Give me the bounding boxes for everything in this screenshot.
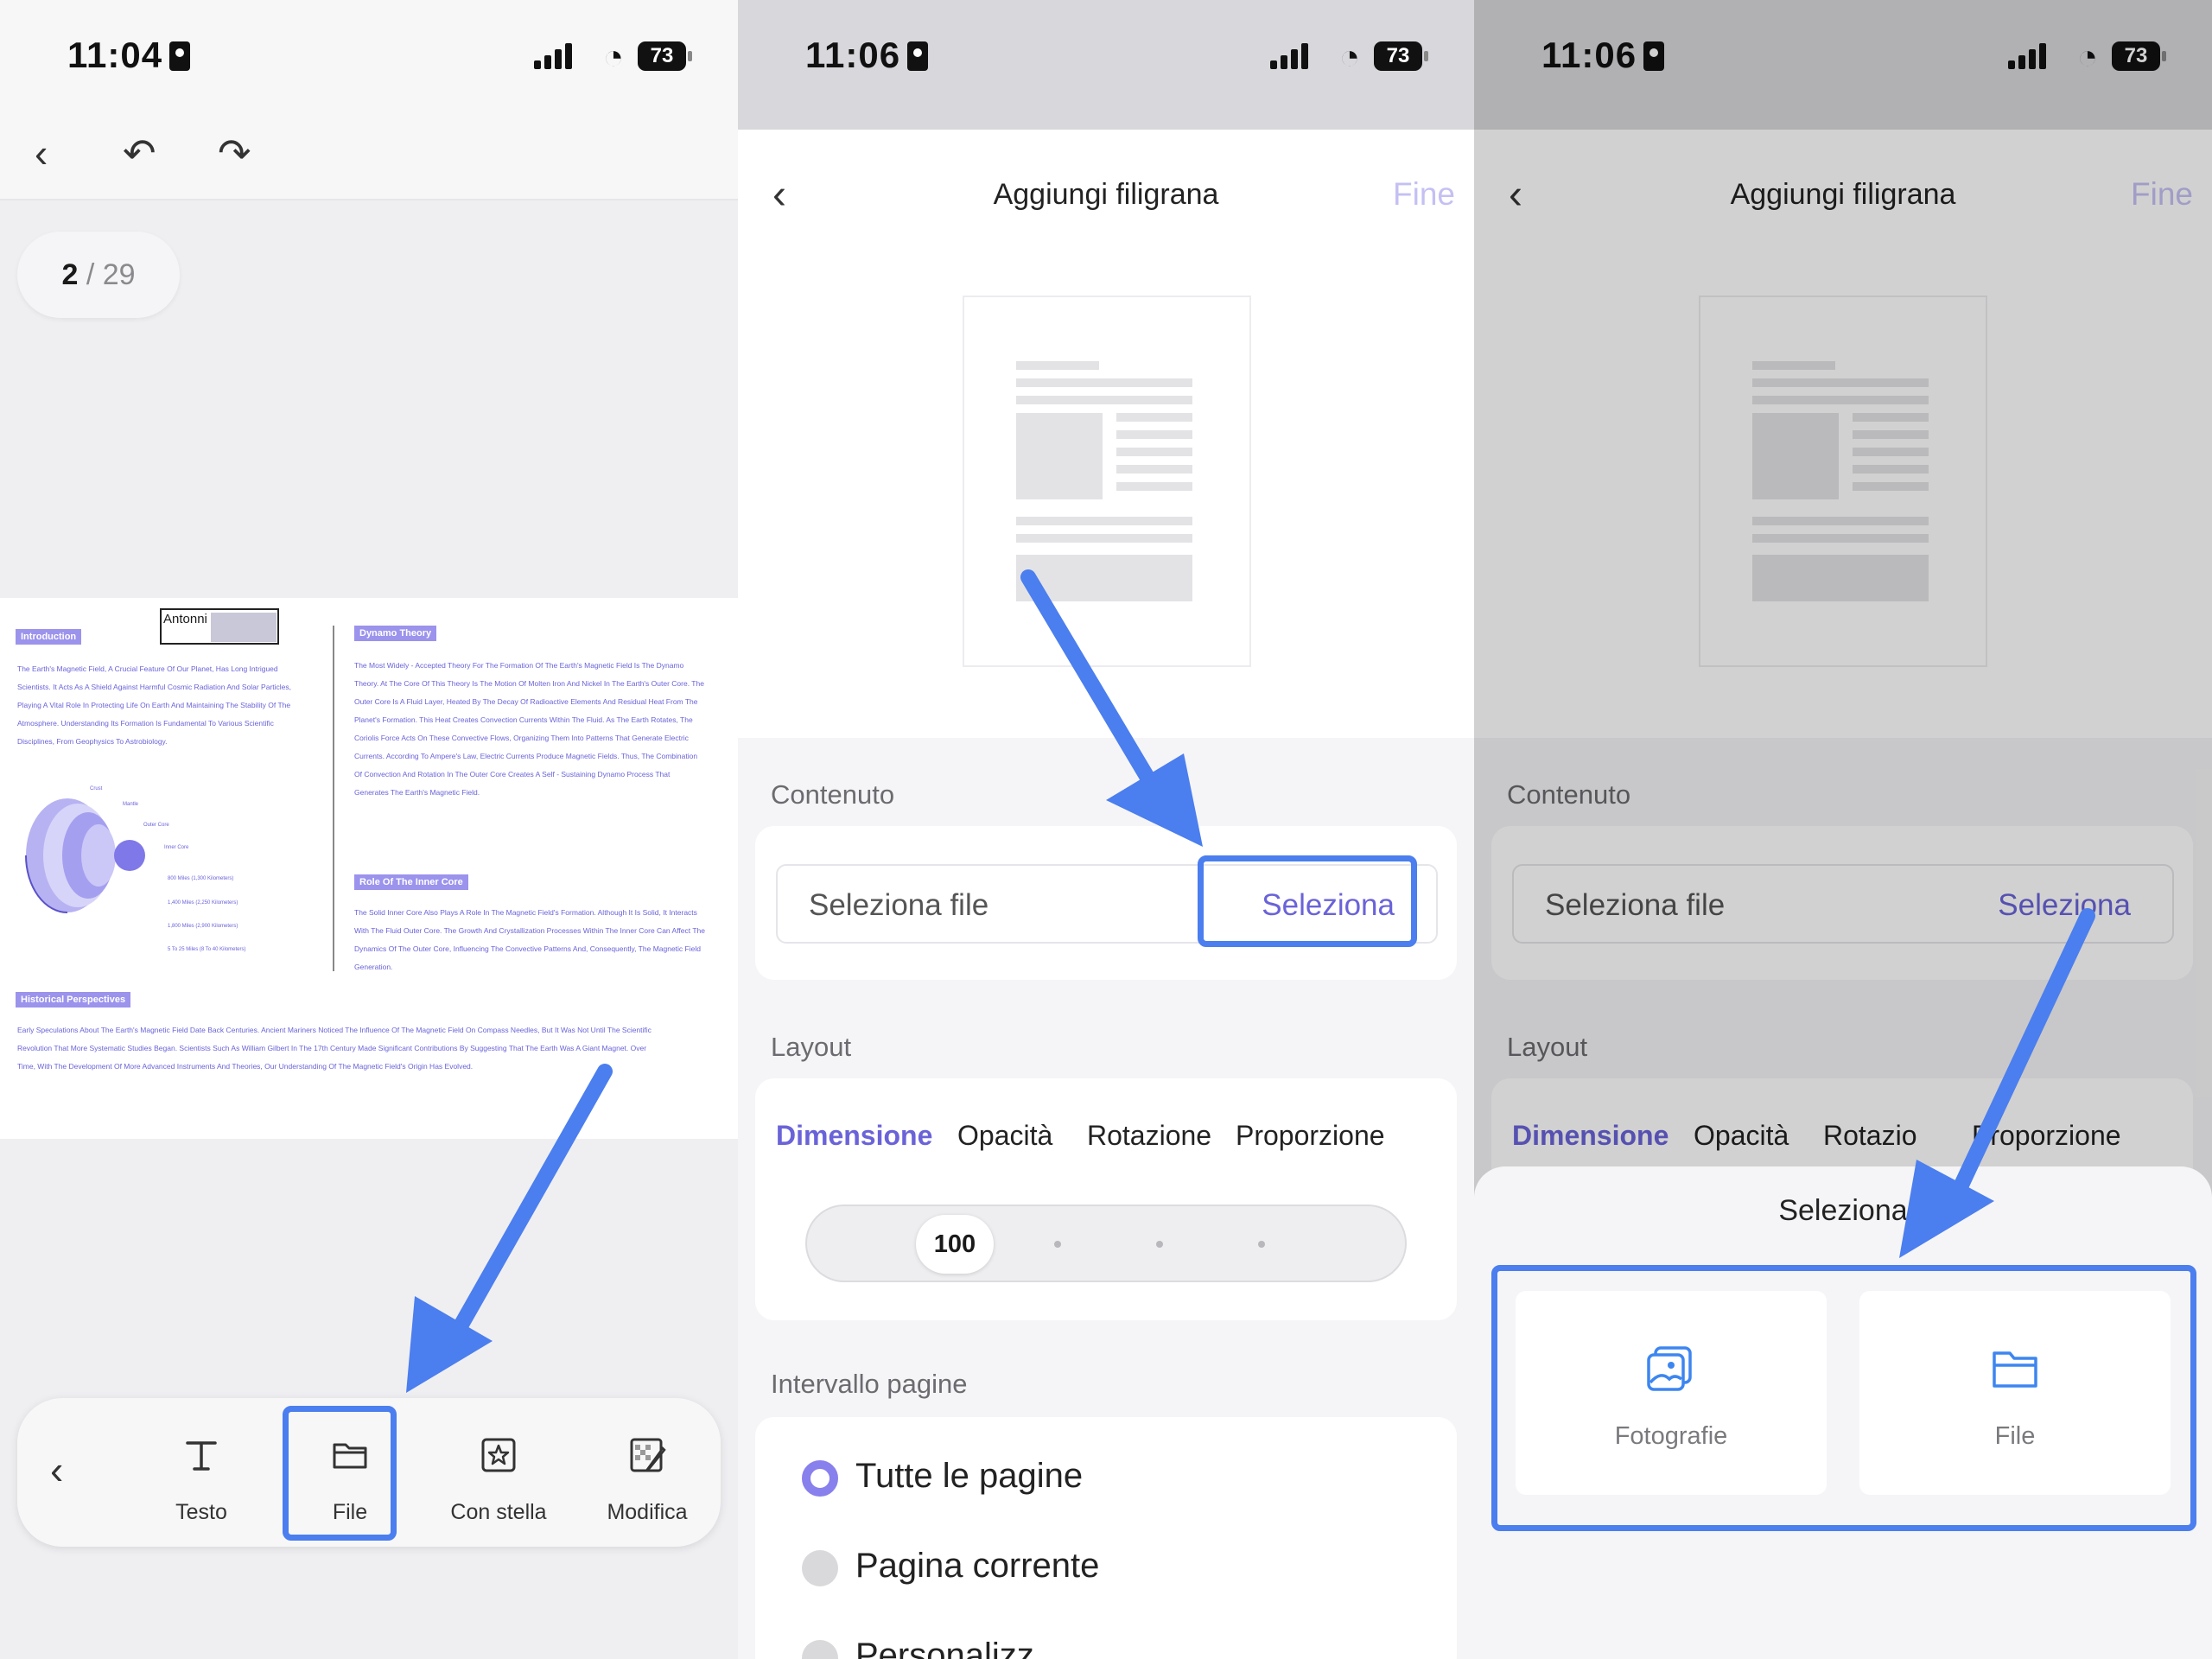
preview-area (738, 264, 1474, 738)
preview-line (1116, 448, 1192, 456)
label-inner-core: Inner Core (164, 845, 189, 850)
label-distance-1: 800 Miles (1,300 Kilometers) (168, 876, 234, 881)
column-divider (333, 626, 334, 971)
text-icon (186, 1441, 217, 1471)
tab-opacita[interactable]: Opacità (957, 1120, 1052, 1152)
battery-indicator: 73 (638, 41, 692, 71)
signature-text: Antonni o (163, 612, 219, 626)
tab-rotazione[interactable]: Rotazione (1087, 1120, 1211, 1152)
document-page[interactable]: Introduction Antonni o The Earth's Magne… (0, 598, 738, 1139)
preview-line (1116, 482, 1192, 491)
wifi-icon: ◔ (1338, 38, 1360, 76)
radio-label: Tutte le pagine (855, 1457, 1084, 1495)
select-file-placeholder: Seleziona file (809, 888, 989, 922)
preview-line (1016, 361, 1099, 370)
done-button[interactable]: Fine (1393, 176, 1455, 213)
label-distance-4: 5 To 25 Miles (8 To 40 Kilometers) (168, 947, 246, 952)
wifi-icon: ◔ (602, 38, 624, 76)
radio-label: Pagina corrente (855, 1547, 1100, 1585)
preview-line (1016, 378, 1192, 387)
radio-selected (802, 1460, 838, 1497)
editor-panel: ‹ ↶ ↷ 11:04 ◔ 73 2 / 29 Introduction Ant… (0, 0, 738, 1659)
preview-line (1116, 430, 1192, 439)
current-page: 2 (61, 258, 79, 291)
inner-core-paragraph: The Solid Inner Core Also Plays A Role I… (354, 908, 705, 971)
tab-dimensione[interactable]: Dimensione (776, 1120, 932, 1152)
redo-icon[interactable]: ↷ (218, 130, 251, 176)
highlight-source-options (1491, 1265, 2196, 1531)
total-pages: 29 (102, 258, 136, 291)
label-crust: Crust (90, 786, 103, 791)
star-stamp-icon (481, 1438, 516, 1472)
layout-label: Layout (771, 1032, 852, 1062)
signature-stamp (211, 613, 276, 642)
tool-label: Testo (175, 1500, 227, 1524)
page-separator: / (78, 258, 103, 291)
cellular-signal-icon (534, 43, 572, 69)
contact-icon (907, 41, 929, 71)
tool-label: Con stella (450, 1500, 547, 1524)
edit-pattern-icon (630, 1438, 666, 1472)
tool-modifica[interactable]: Modifica (591, 1398, 703, 1547)
preview-block (1016, 555, 1192, 601)
dynamo-paragraph: The Most Widely - Accepted Theory For Th… (354, 661, 704, 797)
size-slider[interactable]: 100 (805, 1205, 1407, 1282)
slider-dot (1258, 1241, 1265, 1248)
preview-line (1016, 534, 1192, 543)
highlight-select-button (1198, 855, 1417, 947)
watermark-source-panel: 11:06 ◔ 73 ‹ Aggiungi filigrana Fine Con… (1474, 0, 2212, 1659)
radio-unselected (802, 1550, 838, 1586)
slider-dot (1054, 1241, 1061, 1248)
preview-line (1116, 413, 1192, 422)
battery-indicator: 73 (1374, 41, 1428, 71)
historical-paragraph: Early Speculations About The Earth's Mag… (17, 1026, 652, 1071)
source-picker-sheet: Seleziona Fotografie File (1474, 1166, 2212, 1659)
slider-knob[interactable]: 100 (916, 1215, 994, 1274)
watermark-preview (963, 296, 1251, 667)
preview-line (1016, 517, 1192, 525)
label-outer-core: Outer Core (143, 823, 169, 828)
tool-label: Modifica (607, 1500, 688, 1524)
nav-header: ‹ Aggiungi filigrana Fine (738, 130, 1474, 264)
content-label: Contenuto (771, 779, 895, 810)
preview-line (1116, 465, 1192, 474)
layout-card (755, 1078, 1457, 1320)
page-range-label: Intervallo pagine (771, 1369, 968, 1399)
radio-label: Personalizz (855, 1637, 1034, 1659)
page-title: Aggiungi filigrana (993, 178, 1219, 211)
signature-box[interactable]: Antonni o (160, 608, 279, 645)
cellular-signal-icon (1270, 43, 1308, 69)
earth-layers-diagram (25, 798, 145, 913)
highlight-file-tool (283, 1406, 397, 1541)
section-introduction: Introduction (16, 629, 82, 645)
page-range-card (755, 1417, 1457, 1659)
watermark-panel: 11:06 ◔ 73 ‹ Aggiungi filigrana Fine Con… (738, 0, 1474, 1659)
status-bar: 11:06 ◔ 73 (738, 0, 1474, 130)
label-distance-2: 1,400 Miles (2,250 Kilometers) (168, 900, 238, 906)
section-dynamo: Dynamo Theory (354, 626, 437, 641)
toolbar-back-icon[interactable]: ‹ (50, 1446, 63, 1493)
page-indicator: 2 / 29 (17, 232, 180, 318)
preview-image-placeholder (1016, 413, 1103, 499)
layout-tabs: Dimensione Opacità Rotazione Proporzione (776, 1120, 1450, 1163)
slider-dot (1156, 1241, 1163, 1248)
tab-proporzione[interactable]: Proporzione (1236, 1120, 1385, 1152)
sheet-title: Seleziona (1778, 1194, 1908, 1227)
section-inner-core: Role Of The Inner Core (354, 874, 468, 890)
contact-icon (169, 41, 191, 71)
label-distance-3: 1,800 Miles (2,900 Kilometers) (168, 924, 238, 929)
tool-con-stella[interactable]: Con stella (442, 1398, 555, 1547)
preview-line (1016, 396, 1192, 404)
section-historical: Historical Perspectives (16, 992, 131, 1007)
label-mantle: Mantle (123, 802, 139, 807)
status-time: 11:06 (805, 35, 929, 76)
status-time: 11:04 (67, 35, 191, 76)
back-icon[interactable]: ‹ (35, 130, 48, 176)
undo-icon[interactable]: ↶ (123, 130, 156, 176)
tool-testo[interactable]: Testo (145, 1398, 257, 1547)
status-bar: 11:04 ◔ 73 (0, 0, 738, 130)
intro-paragraph: The Earth's Magnetic Field, A Crucial Fe… (17, 664, 292, 746)
